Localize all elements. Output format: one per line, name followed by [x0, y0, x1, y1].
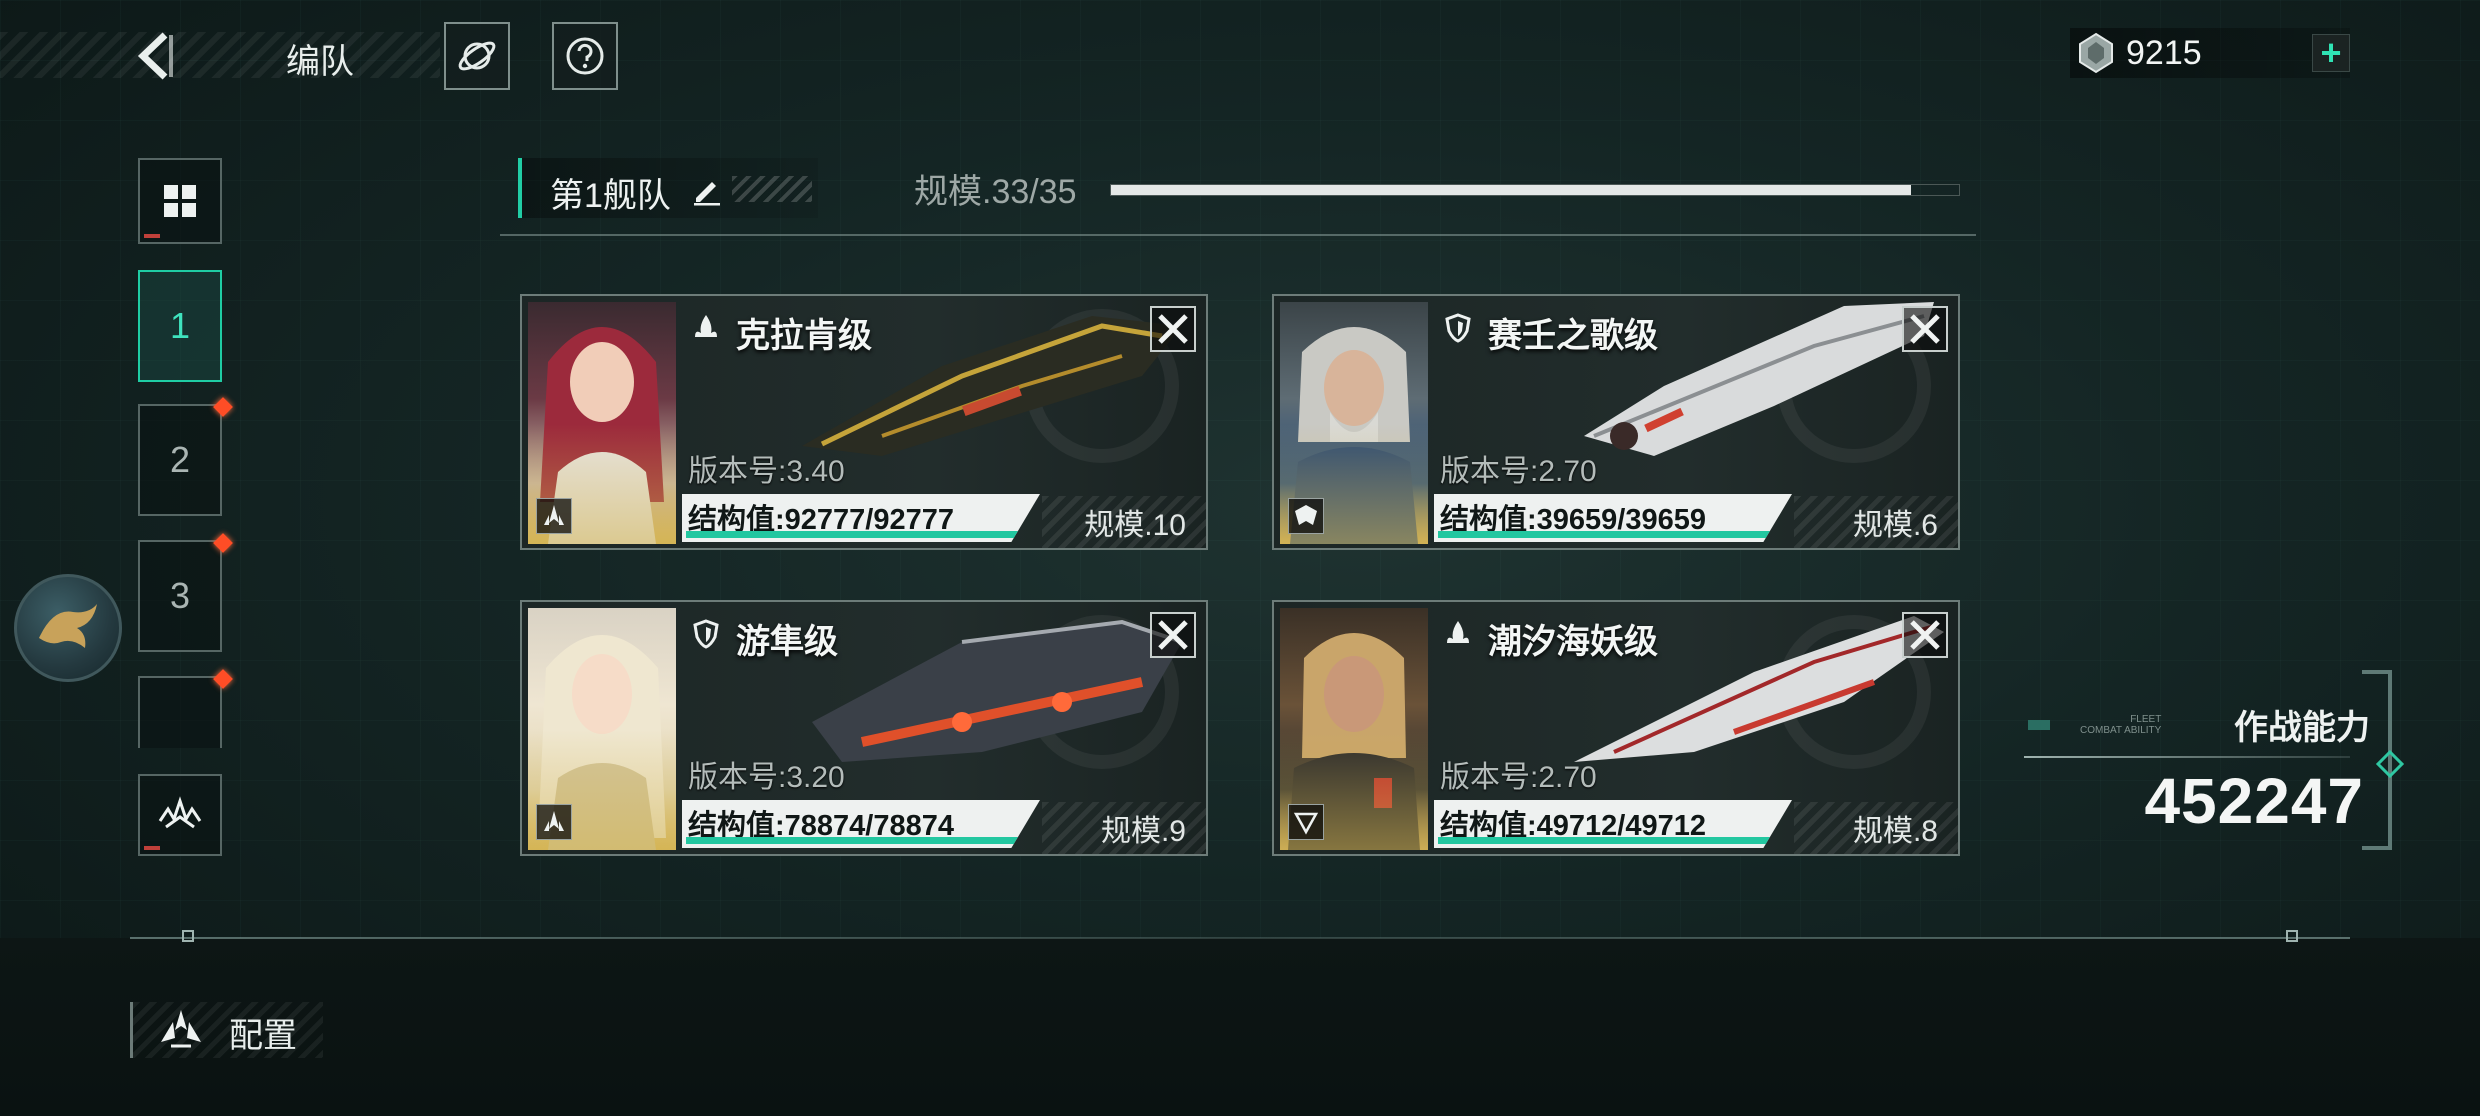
formation-button[interactable]: [138, 774, 222, 856]
corner-mark: [144, 234, 160, 238]
tag-marker: [2028, 720, 2050, 730]
captain-portrait: [528, 302, 676, 544]
grid-icon: [164, 185, 196, 217]
combat-power-value: 452247: [2144, 765, 2364, 837]
structure-bar: 结构值:92777/92777: [682, 494, 1040, 542]
page-title: 编队: [286, 43, 354, 81]
close-icon: [1158, 620, 1188, 650]
config-label: 配置: [229, 1017, 297, 1055]
shield-type-icon: [688, 616, 724, 652]
ship-size: 规模.8: [1852, 815, 1938, 848]
close-icon: [1910, 620, 1940, 650]
structure-bar: 结构值:78874/78874: [682, 800, 1040, 848]
structure-fill: [686, 837, 1022, 844]
back-arrow-icon: [137, 32, 173, 80]
combat-sublabel-line: FLEET: [2130, 714, 2162, 725]
bottom-panel: [0, 938, 2480, 1116]
structure-fill: [1438, 837, 1774, 844]
bottom-divider: [130, 937, 2350, 939]
remove-ship-button[interactable]: [1150, 612, 1196, 658]
ship-card[interactable]: 赛壬之歌级 版本号:2.70 结构值:39659/39659 规模.6: [1272, 294, 1960, 550]
corner-mark: [144, 846, 160, 850]
remove-ship-button[interactable]: [1150, 306, 1196, 352]
ship-size: 规模.9: [1100, 815, 1186, 848]
team-tab-label: 1: [169, 305, 191, 346]
combat-sublabel: FLEET COMBAT ABILITY: [2080, 714, 2161, 736]
header-divider: [500, 234, 1976, 236]
flame-type-icon: [688, 310, 724, 346]
combat-sublabel-line: COMBAT ABILITY: [2080, 725, 2162, 736]
captain-portrait: [1280, 608, 1428, 850]
fighter-class-icon: [536, 804, 572, 840]
combat-power-label: 作战能力: [2234, 709, 2370, 747]
currency-value: 9215: [2126, 34, 2202, 72]
notification-badge: [213, 533, 233, 553]
decor-stripes: [732, 176, 812, 202]
edit-icon[interactable]: [690, 172, 724, 206]
ship-name: 克拉肯级: [736, 317, 872, 355]
close-icon: [1158, 314, 1188, 344]
fleet-scale-fill: [1111, 185, 1911, 195]
question-icon: [566, 37, 604, 75]
structure-bar: 结构值:39659/39659: [1434, 494, 1792, 542]
layout-button[interactable]: [138, 158, 222, 244]
team-tab-3[interactable]: 3: [138, 533, 233, 652]
team-tab-label: 2: [169, 439, 191, 480]
wave-emblem-icon: [158, 796, 202, 829]
ship-version: 版本号:2.70: [1440, 455, 1597, 488]
team-tab-label: 3: [169, 575, 191, 616]
divider-tick: [182, 930, 194, 942]
ship-name: 游隼级: [736, 623, 838, 661]
ship-version: 版本号:2.70: [1440, 761, 1597, 794]
config-button[interactable]: 配置: [130, 1002, 323, 1058]
crystal-icon: [2079, 32, 2113, 74]
ship-size: 规模.10: [1084, 509, 1186, 542]
fleet-scale-bar: [1110, 184, 1960, 196]
ship-name: 赛壬之歌级: [1488, 317, 1658, 355]
ship-version: 版本号:3.40: [688, 455, 845, 488]
close-icon: [1910, 314, 1940, 344]
ship-size: 规模.6: [1852, 509, 1938, 542]
team-tab-4[interactable]: [138, 669, 233, 748]
add-currency-button[interactable]: +: [2312, 34, 2350, 72]
faction-emblem[interactable]: [14, 574, 122, 682]
guard-class-icon: [1288, 498, 1324, 534]
ship-card[interactable]: 克拉肯级 版本号:3.40 结构值:92777/92777 规模.10: [520, 294, 1208, 550]
planet-button[interactable]: [444, 22, 510, 90]
structure-bar: 结构值:49712/49712: [1434, 800, 1792, 848]
bird-emblem-icon: [39, 604, 97, 648]
notification-badge: [213, 669, 233, 689]
team-tab-2[interactable]: 2: [138, 397, 233, 516]
team-tab-1[interactable]: 1: [138, 270, 222, 382]
captain-portrait: [528, 608, 676, 850]
ship-config-icon: [161, 1010, 201, 1048]
fleet-name-tag[interactable]: 第1舰队: [518, 158, 818, 218]
planet-rocket-icon: [458, 41, 496, 71]
help-button[interactable]: [552, 22, 618, 90]
shield-type-icon: [1440, 310, 1476, 346]
structure-fill: [686, 531, 1022, 538]
ship-card[interactable]: 游隼级 版本号:3.20 结构值:78874/78874 规模.9: [520, 600, 1208, 856]
notification-badge: [213, 397, 233, 417]
ship-card[interactable]: 潮汐海妖级 版本号:2.70 结构值:49712/49712 规模.8: [1272, 600, 1960, 856]
combat-divider: [2024, 756, 2350, 758]
triangle-class-icon: [1288, 804, 1324, 840]
header-band: [0, 32, 440, 78]
ship-name: 潮汐海妖级: [1488, 623, 1658, 661]
structure-fill: [1438, 531, 1774, 538]
remove-ship-button[interactable]: [1902, 306, 1948, 352]
ship-version: 版本号:3.20: [688, 761, 845, 794]
divider-tick: [2286, 930, 2298, 942]
captain-portrait: [1280, 302, 1428, 544]
fleet-scale-text: 规模.33/35: [914, 173, 1077, 211]
currency-display: 9215 +: [2070, 28, 2350, 78]
remove-ship-button[interactable]: [1902, 612, 1948, 658]
fleet-name: 第1舰队: [550, 177, 671, 215]
back-button[interactable]: [130, 28, 180, 84]
combat-power-panel: FLEET COMBAT ABILITY 作战能力 452247: [2024, 668, 2405, 864]
flame-type-icon: [1440, 616, 1476, 652]
fighter-class-icon: [536, 498, 572, 534]
